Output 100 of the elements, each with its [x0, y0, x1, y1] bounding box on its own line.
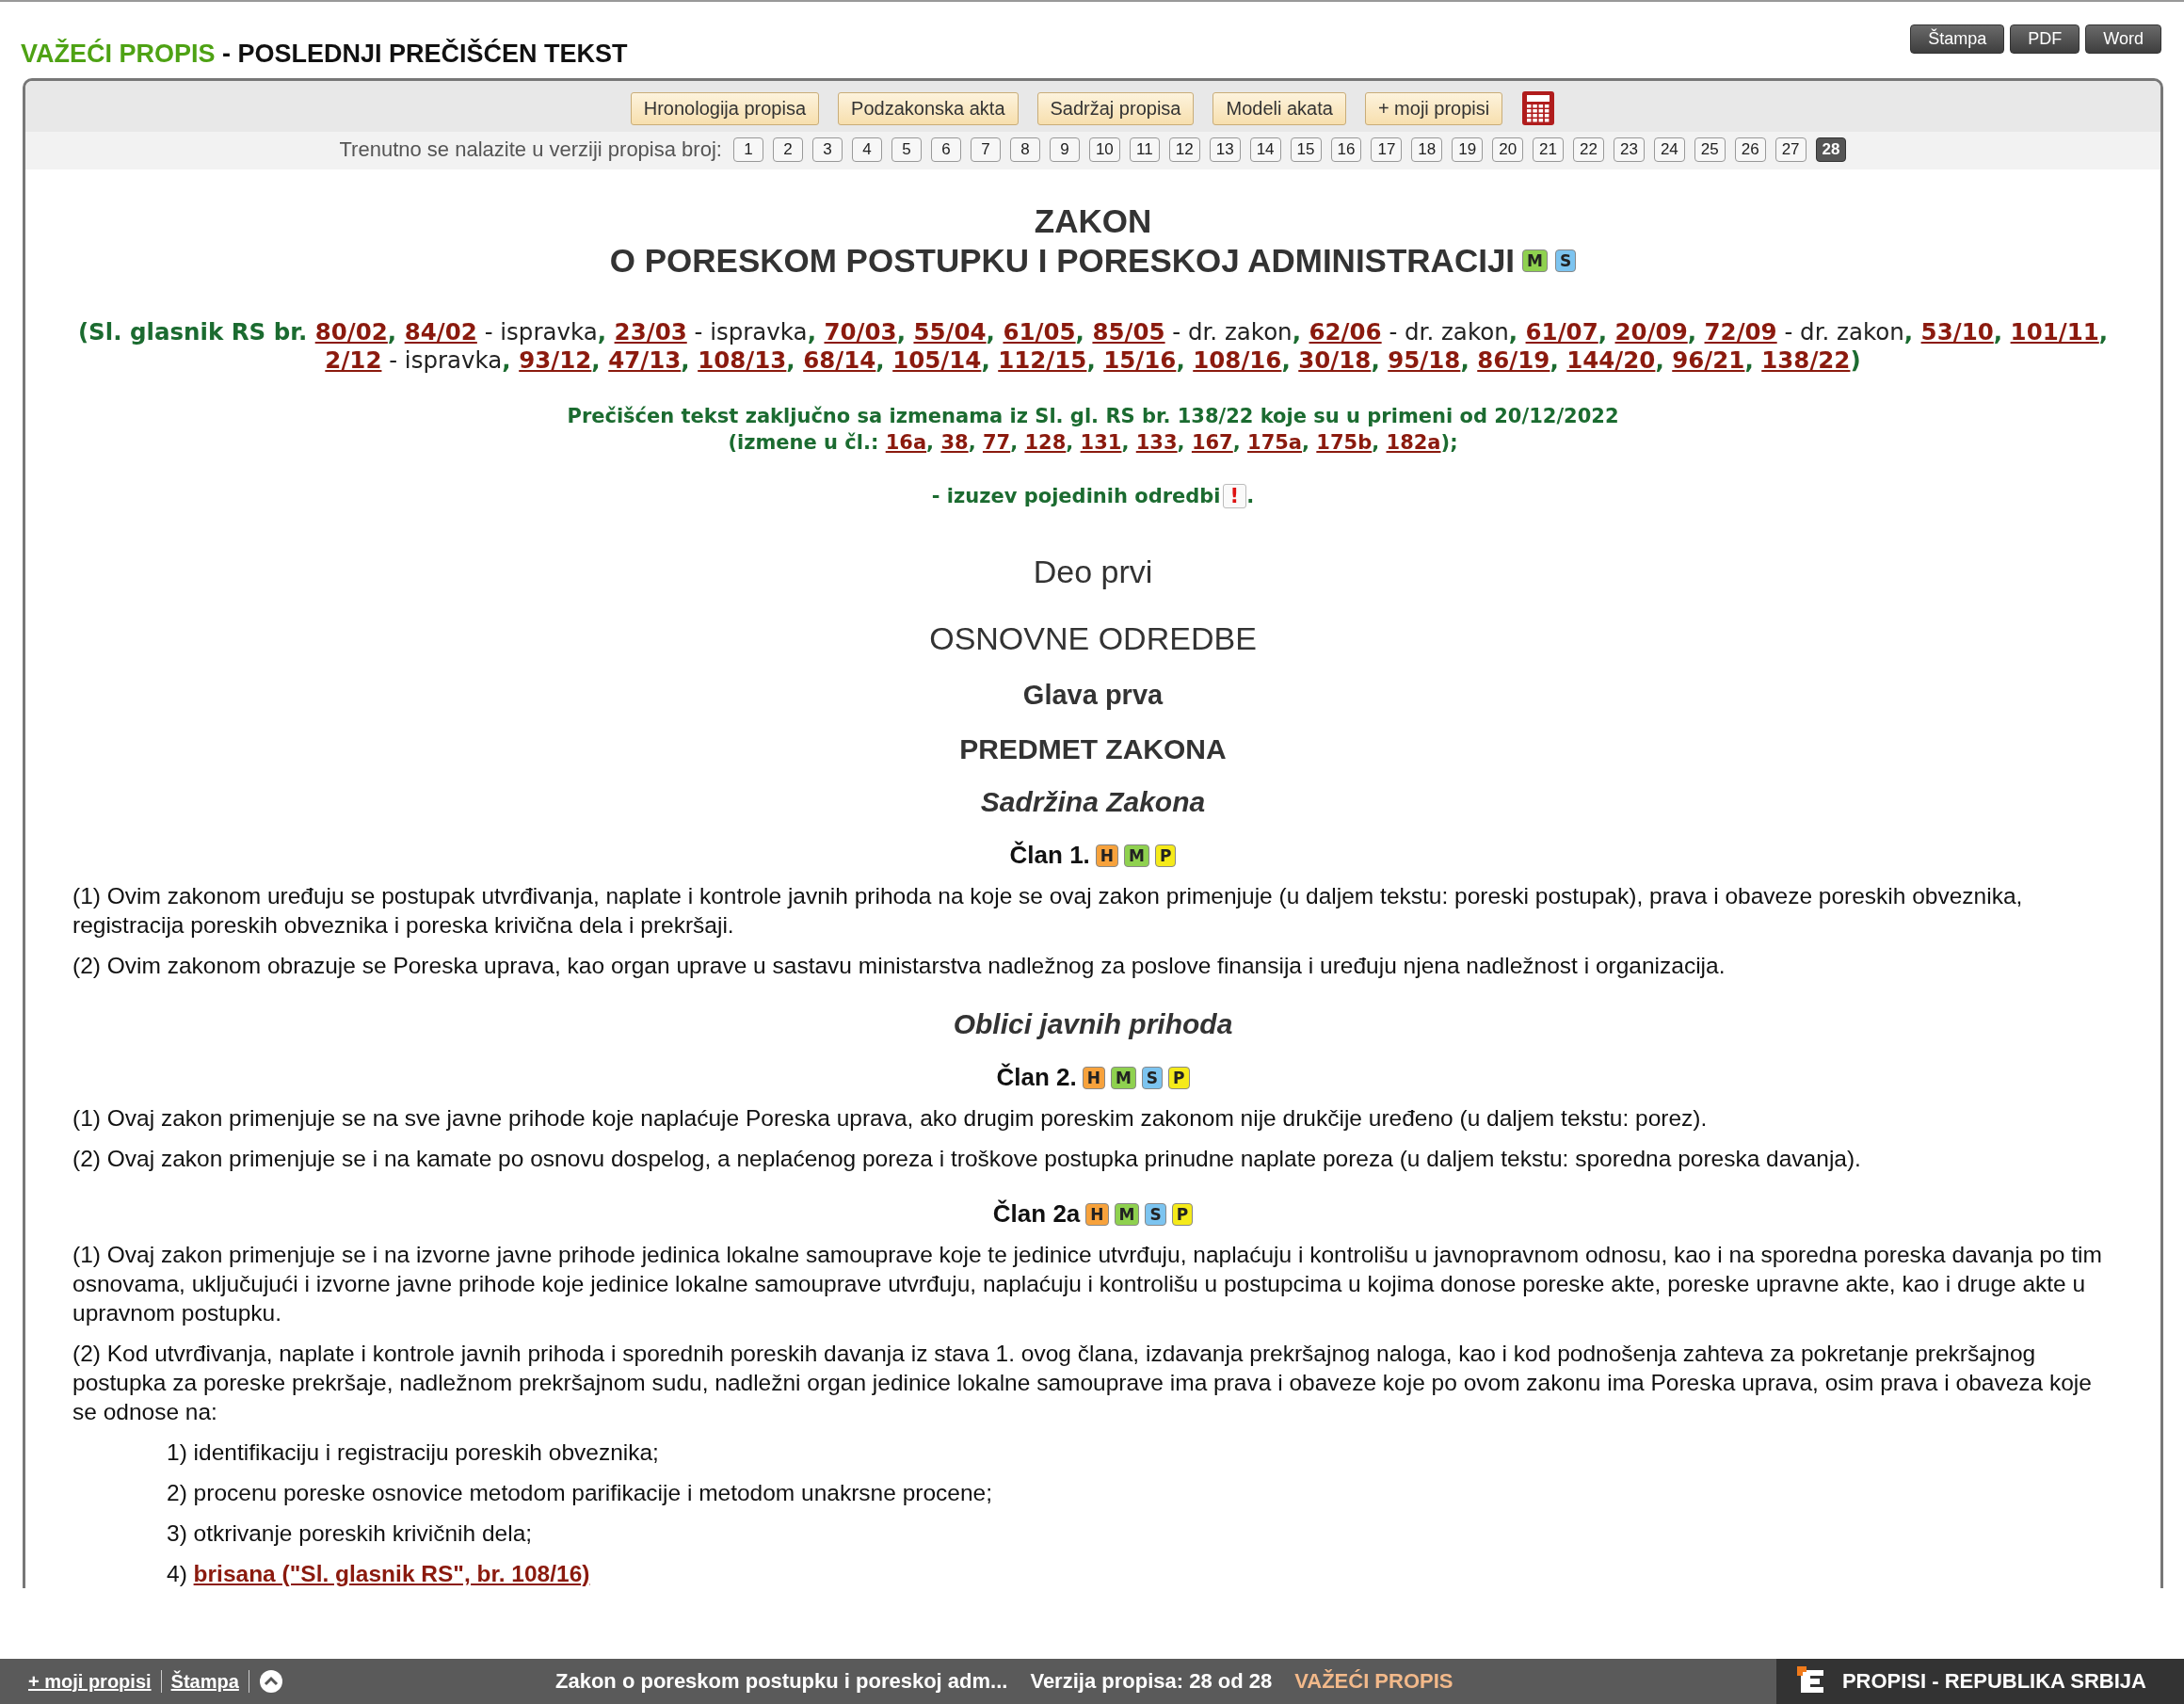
- gazette-link[interactable]: 80/02: [314, 318, 388, 346]
- version-button[interactable]: 21: [1533, 137, 1565, 162]
- article-link[interactable]: 77: [982, 431, 1011, 454]
- article-badge[interactable]: P: [1154, 844, 1177, 867]
- gazette-link[interactable]: 108/16: [1193, 346, 1282, 374]
- nav-button[interactable]: Hronologija propisa: [630, 91, 820, 125]
- article-link[interactable]: 133: [1135, 431, 1178, 454]
- version-button[interactable]: 5: [891, 137, 922, 162]
- article-badge[interactable]: S: [1141, 1066, 1164, 1089]
- gazette-link[interactable]: 20/09: [1614, 318, 1688, 346]
- gazette-link[interactable]: 85/05: [1092, 318, 1165, 346]
- gazette-link[interactable]: 23/03: [614, 318, 687, 346]
- version-button[interactable]: 10: [1088, 137, 1120, 162]
- version-button[interactable]: 7: [970, 137, 1001, 162]
- article-badge[interactable]: H: [1085, 1202, 1109, 1226]
- version-button[interactable]: 17: [1371, 137, 1403, 162]
- version-button[interactable]: 4: [851, 137, 882, 162]
- gazette-link[interactable]: 108/13: [698, 346, 787, 374]
- calculator-icon[interactable]: [1521, 90, 1556, 126]
- gazette-link[interactable]: 72/09: [1704, 318, 1777, 346]
- article-badge[interactable]: M: [1110, 1066, 1136, 1089]
- list-item: 1) identifikaciju i registraciju poreskih obveznika;: [167, 1439, 660, 1467]
- article-badge[interactable]: H: [1082, 1066, 1105, 1089]
- law-badge[interactable]: M: [1522, 249, 1548, 272]
- gazette-link[interactable]: 93/12: [519, 346, 592, 374]
- version-button[interactable]: 6: [930, 137, 961, 162]
- version-button[interactable]: 26: [1734, 137, 1766, 162]
- paragraph: (2) Kod utvrđivanja, naplate i kontrole javnih prihoda i sporednih poreskih davanja iz stava 1. ovog člana, izdavanja prekršajnog naloga, kao i kod podnošenja zahteva za pokretanje prekršajnog postupka za poreske prekršaje, nadležnom prekršajnom sudu, nadležni organ jedinice lokalne samouprave ima prava i obaveze koje po ovom zakonu ima Poreska uprava, osim prava i obaveza koje se odnose na:: [72, 1340, 2093, 1426]
- version-button[interactable]: 13: [1209, 137, 1241, 162]
- article-badge[interactable]: M: [1114, 1202, 1140, 1226]
- gazette-link[interactable]: 2/12: [325, 346, 382, 374]
- article-link[interactable]: 175b: [1316, 431, 1373, 454]
- gazette-link[interactable]: 101/11: [2010, 318, 2099, 346]
- version-button[interactable]: 8: [1009, 137, 1040, 162]
- article-badge[interactable]: S: [1145, 1202, 1166, 1226]
- version-button[interactable]: 25: [1694, 137, 1726, 162]
- version-button[interactable]: 23: [1613, 137, 1645, 162]
- article-badge[interactable]: M: [1124, 844, 1149, 867]
- footer-status: VAŽEĆI PROPIS: [1294, 1669, 1453, 1694]
- repeal-link[interactable]: brisana ("Sl. glasnik RS", br. 108/16): [193, 1561, 590, 1586]
- nav-button[interactable]: Sadržaj propisa: [1036, 91, 1195, 125]
- article-badge[interactable]: P: [1168, 1066, 1190, 1089]
- subject-heading: PREDMET ZAKONA: [958, 733, 1228, 765]
- gazette-link[interactable]: 96/21: [1672, 346, 1745, 374]
- version-button[interactable]: 14: [1249, 137, 1281, 162]
- article-link[interactable]: 182a: [1386, 431, 1441, 454]
- article-link[interactable]: 38: [940, 431, 969, 454]
- article-badge[interactable]: H: [1095, 844, 1119, 867]
- version-button[interactable]: 28: [1815, 137, 1847, 162]
- gazette-link[interactable]: 30/18: [1298, 346, 1372, 374]
- version-button[interactable]: 27: [1774, 137, 1807, 162]
- export-button[interactable]: PDF: [2010, 24, 2080, 54]
- version-button[interactable]: 1: [732, 137, 763, 162]
- exception-badge[interactable]: !: [1222, 484, 1247, 508]
- gazette-link[interactable]: 112/15: [998, 346, 1087, 374]
- article-badge[interactable]: P: [1171, 1202, 1194, 1226]
- footer-link[interactable]: Štampa: [170, 1670, 239, 1693]
- gazette-link[interactable]: 144/20: [1566, 346, 1656, 374]
- consolidation-note: Prečišćen tekst zaključno sa izmenama iz Sl. gl. RS br. 138/22 koje su u primeni od 20/12/2022: [566, 404, 1620, 429]
- gazette-link[interactable]: 86/19: [1477, 346, 1550, 374]
- version-button[interactable]: 9: [1049, 137, 1080, 162]
- article-link[interactable]: 16a: [885, 431, 927, 454]
- version-button[interactable]: 19: [1452, 137, 1484, 162]
- version-label: Trenutno se nalazite u verziji propisa broj:: [339, 137, 722, 162]
- version-button[interactable]: 12: [1168, 137, 1200, 162]
- nav-button[interactable]: + moji propisi: [1364, 91, 1503, 125]
- page-title: VAŽEĆI PROPIS - POSLEDNJI PREČIŠĆEN TEKST: [21, 40, 628, 69]
- article-link[interactable]: 128: [1024, 431, 1067, 454]
- article-link[interactable]: 167: [1191, 431, 1233, 454]
- gazette-link[interactable]: 61/05: [1003, 318, 1076, 346]
- chapter-heading: Glava prva: [1021, 680, 1164, 711]
- gazette-link[interactable]: 61/07: [1525, 318, 1598, 346]
- gazette-link[interactable]: 84/02: [404, 318, 477, 346]
- version-button[interactable]: 22: [1573, 137, 1604, 162]
- gazette-link[interactable]: 15/16: [1103, 346, 1177, 374]
- version-button[interactable]: 3: [811, 137, 843, 162]
- nav-button[interactable]: Podzakonska akta: [838, 91, 1019, 125]
- nav-button[interactable]: Modeli akata: [1212, 91, 1346, 125]
- version-button[interactable]: 11: [1129, 137, 1160, 162]
- gazette-link[interactable]: 138/22: [1761, 346, 1851, 374]
- article-link[interactable]: 175a: [1247, 431, 1303, 454]
- gazette-link[interactable]: 53/10: [1920, 318, 1994, 346]
- export-button[interactable]: Word: [2085, 24, 2161, 54]
- version-button[interactable]: 18: [1411, 137, 1443, 162]
- version-button[interactable]: 16: [1330, 137, 1362, 162]
- version-button[interactable]: 20: [1492, 137, 1524, 162]
- gazette-link[interactable]: 47/13: [608, 346, 682, 374]
- law-badge[interactable]: S: [1555, 249, 1577, 272]
- version-button[interactable]: 15: [1290, 137, 1322, 162]
- version-button[interactable]: 2: [772, 137, 803, 162]
- footer-link[interactable]: + moji propisi: [28, 1670, 152, 1693]
- gazette-link[interactable]: 70/03: [824, 318, 897, 346]
- gazette-link[interactable]: 95/18: [1388, 346, 1461, 374]
- export-button[interactable]: Štampa: [1910, 24, 2005, 54]
- gazette-link[interactable]: 55/04: [913, 318, 987, 346]
- scroll-up-icon[interactable]: [258, 1669, 283, 1694]
- gazette-link[interactable]: 62/06: [1309, 318, 1382, 346]
- version-button[interactable]: 24: [1653, 137, 1685, 162]
- paragraph: (2) Ovaj zakon primenjuje se i na kamate po osnovu dospelog, a neplaćenog poreza i troškove postupka prinudne naplate poreza (u daljem tekstu: sporedna poreska davanja).: [72, 1145, 1862, 1173]
- article-link[interactable]: 131: [1080, 431, 1122, 454]
